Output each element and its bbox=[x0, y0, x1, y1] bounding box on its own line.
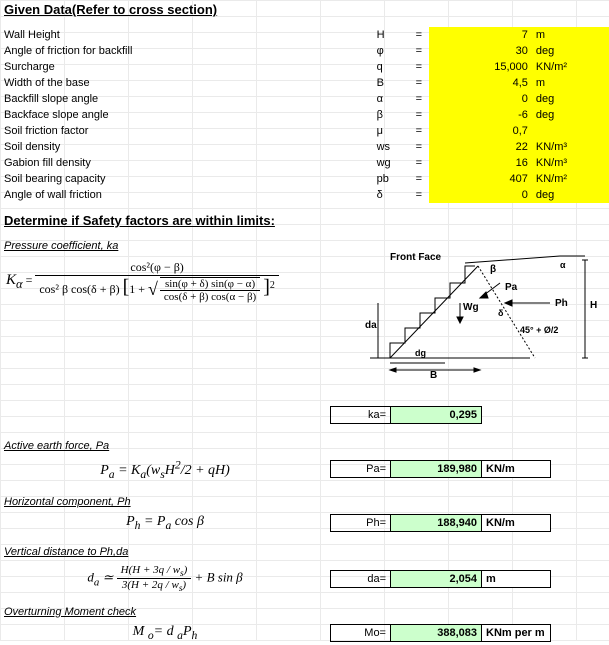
param-label: Width of the base bbox=[0, 75, 373, 91]
result-mo: Mo= 388,083 bbox=[330, 624, 482, 642]
heading-horiz-comp: Horizontal component, Ph bbox=[0, 494, 609, 510]
param-symbol: wg bbox=[373, 155, 409, 171]
svg-text:45° + Ø/2: 45° + Ø/2 bbox=[520, 325, 558, 335]
param-unit bbox=[532, 123, 609, 139]
result-da: da= 2,054 bbox=[330, 570, 482, 588]
param-symbol: β bbox=[373, 107, 409, 123]
param-value[interactable]: 0,7 bbox=[429, 123, 532, 139]
cross-section-diagram: Front Face β Pa Ph Wg H da dg B δ 45° + … bbox=[330, 248, 600, 378]
formula-da: da ≃ H(H + 3q / ws) 3(H + 2q / ws) + B s… bbox=[0, 560, 330, 597]
result-mo-unit: KNm per m bbox=[481, 624, 551, 642]
svg-text:B: B bbox=[430, 370, 437, 378]
svg-text:Wg: Wg bbox=[463, 302, 479, 313]
param-value[interactable]: 407 bbox=[429, 171, 532, 187]
table-row: Gabion fill densitywg=16KN/m³ bbox=[0, 155, 609, 171]
result-da-unit: m bbox=[481, 570, 551, 588]
equals-sign: = bbox=[409, 75, 430, 91]
param-value[interactable]: 16 bbox=[429, 155, 532, 171]
param-label: Wall Height bbox=[0, 27, 373, 43]
param-label: Backfill slope angle bbox=[0, 91, 373, 107]
table-row: Backface slope angleβ=-6deg bbox=[0, 107, 609, 123]
param-unit: deg bbox=[532, 91, 609, 107]
svg-text:Ph: Ph bbox=[555, 298, 568, 309]
param-value[interactable]: 0 bbox=[429, 91, 532, 107]
param-unit: KN/m³ bbox=[532, 155, 609, 171]
svg-text:da: da bbox=[365, 320, 377, 331]
param-value[interactable]: -6 bbox=[429, 107, 532, 123]
table-row: Wall HeightH=7m bbox=[0, 27, 609, 43]
param-unit: deg bbox=[532, 187, 609, 203]
heading-overturning: Overturning Moment check bbox=[0, 604, 609, 620]
param-unit: KN/m² bbox=[532, 171, 609, 187]
result-ka: ka= 0,295 bbox=[330, 406, 482, 424]
equals-sign: = bbox=[409, 155, 430, 171]
equals-sign: = bbox=[409, 139, 430, 155]
result-pa-unit: KN/m bbox=[481, 460, 551, 478]
svg-text:α: α bbox=[560, 260, 566, 270]
section-determine: Determine if Safety factors are within l… bbox=[0, 211, 609, 230]
heading-vert-dist: Vertical distance to Ph,da bbox=[0, 544, 609, 560]
table-row: Backfill slope angleα=0deg bbox=[0, 91, 609, 107]
table-row: Soil friction factorμ=0,7 bbox=[0, 123, 609, 139]
formula-mo: M o= d aPh bbox=[0, 620, 330, 645]
result-ph-unit: KN/m bbox=[481, 514, 551, 532]
param-value[interactable]: 0 bbox=[429, 187, 532, 203]
param-unit: KN/m³ bbox=[532, 139, 609, 155]
param-symbol: α bbox=[373, 91, 409, 107]
param-symbol: q bbox=[373, 59, 409, 75]
param-symbol: pb bbox=[373, 171, 409, 187]
params-table: Wall HeightH=7mAngle of friction for bac… bbox=[0, 27, 609, 203]
equals-sign: = bbox=[409, 59, 430, 75]
table-row: Soil densityws=22KN/m³ bbox=[0, 139, 609, 155]
param-value[interactable]: 30 bbox=[429, 43, 532, 59]
param-label: Surcharge bbox=[0, 59, 373, 75]
heading-active-force: Active earth force, Pa bbox=[0, 438, 609, 454]
table-row: Width of the baseB=4,5m bbox=[0, 75, 609, 91]
param-label: Soil density bbox=[0, 139, 373, 155]
section-given-data: Given Data(Refer to cross section) bbox=[0, 0, 609, 19]
table-row: Soil bearing capacitypb=407KN/m² bbox=[0, 171, 609, 187]
param-value[interactable]: 7 bbox=[429, 27, 532, 43]
param-symbol: μ bbox=[373, 123, 409, 139]
equals-sign: = bbox=[409, 123, 430, 139]
param-unit: KN/m² bbox=[532, 59, 609, 75]
param-value[interactable]: 4,5 bbox=[429, 75, 532, 91]
table-row: Angle of wall frictionδ=0deg bbox=[0, 187, 609, 203]
equals-sign: = bbox=[409, 171, 430, 187]
formula-pa: Pa = Ka(wsH2/2 + qH) bbox=[0, 454, 330, 484]
param-label: Angle of wall friction bbox=[0, 187, 373, 203]
svg-text:β: β bbox=[490, 264, 496, 275]
svg-text:H: H bbox=[590, 300, 597, 311]
svg-text:δ: δ bbox=[498, 308, 504, 318]
equals-sign: = bbox=[409, 107, 430, 123]
equals-sign: = bbox=[409, 187, 430, 203]
param-symbol: φ bbox=[373, 43, 409, 59]
param-label: Soil bearing capacity bbox=[0, 171, 373, 187]
param-value[interactable]: 15,000 bbox=[429, 59, 532, 75]
param-symbol: ws bbox=[373, 139, 409, 155]
param-value[interactable]: 22 bbox=[429, 139, 532, 155]
equals-sign: = bbox=[409, 43, 430, 59]
equals-sign: = bbox=[409, 27, 430, 43]
svg-text:dg: dg bbox=[415, 348, 426, 358]
svg-text:Pa: Pa bbox=[505, 282, 518, 293]
param-label: Gabion fill density bbox=[0, 155, 373, 171]
svg-text:Front Face: Front Face bbox=[390, 252, 442, 263]
param-unit: deg bbox=[532, 107, 609, 123]
param-symbol: B bbox=[373, 75, 409, 91]
param-unit: deg bbox=[532, 43, 609, 59]
table-row: Angle of friction for backfillφ=30deg bbox=[0, 43, 609, 59]
param-symbol: H bbox=[373, 27, 409, 43]
table-row: Surchargeq=15,000KN/m² bbox=[0, 59, 609, 75]
param-label: Soil friction factor bbox=[0, 123, 373, 139]
param-unit: m bbox=[532, 27, 609, 43]
param-label: Backface slope angle bbox=[0, 107, 373, 123]
param-symbol: δ bbox=[373, 187, 409, 203]
param-label: Angle of friction for backfill bbox=[0, 43, 373, 59]
result-ph: Ph= 188,940 bbox=[330, 514, 482, 532]
result-pa: Pa= 189,980 bbox=[330, 460, 482, 478]
equals-sign: = bbox=[409, 91, 430, 107]
param-unit: m bbox=[532, 75, 609, 91]
formula-ph: Ph = Pa cos β bbox=[0, 510, 330, 536]
